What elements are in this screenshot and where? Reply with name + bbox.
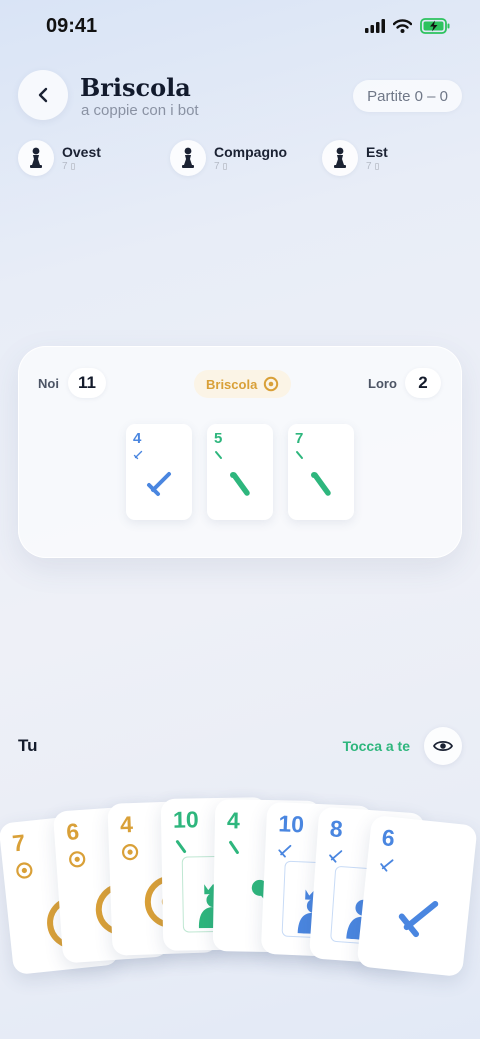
sword-icon	[380, 859, 394, 872]
card-count-value: 7	[214, 161, 220, 172]
card-rank: 4	[119, 811, 134, 838]
you-label: Tu	[18, 736, 38, 755]
header: Briscola a coppie con i bot Partite 0 – …	[18, 70, 462, 122]
page-subtitle: a coppie con i bot	[81, 102, 199, 119]
club-icon	[229, 840, 239, 854]
card-icon	[374, 163, 379, 170]
club-icon	[296, 451, 303, 459]
page-title: Briscola	[80, 73, 191, 102]
their-team-score: 2	[405, 368, 441, 398]
coin-icon	[16, 862, 33, 879]
table-panel: Noi 11 Briscola Loro 2 4 5 7	[18, 346, 462, 558]
match-score-pill: Partite 0 – 0	[353, 80, 462, 112]
card-rank: 7	[295, 430, 304, 447]
player-avatar	[170, 140, 206, 176]
card-rank: 10	[277, 810, 305, 838]
card-count-value: 7	[366, 161, 372, 172]
player-name: Compagno	[214, 144, 288, 160]
card-rank: 4	[226, 807, 240, 834]
played-card: 7	[288, 424, 354, 520]
pawn-icon	[182, 147, 194, 168]
played-card: 5	[207, 424, 273, 520]
trump-label: Briscola	[206, 376, 258, 392]
card-rank: 4	[133, 430, 142, 447]
card-rank: 10	[172, 806, 199, 833]
pawn-icon	[30, 147, 42, 168]
played-card: 4	[126, 424, 192, 520]
pawn-icon	[334, 147, 346, 168]
player-name: Ovest	[62, 144, 101, 160]
status-bar: 09:41	[0, 0, 480, 54]
our-team-score: 11	[68, 368, 106, 398]
club-icon	[230, 472, 250, 496]
coin-icon	[69, 851, 86, 868]
card-rank: 7	[11, 829, 27, 857]
card-count-value: 7	[62, 161, 68, 172]
player-card-count: 7	[366, 161, 379, 172]
club-icon	[311, 472, 331, 496]
sword-icon	[398, 900, 439, 938]
their-team-label: Loro	[368, 376, 397, 391]
status-time: 09:41	[46, 15, 98, 37]
card-rank: 6	[65, 818, 80, 845]
club-icon	[175, 840, 187, 854]
trump-suit-badge: Briscola	[194, 370, 292, 398]
player-hand: 7 6 4 10 4 10 8 6	[0, 790, 480, 990]
card-rank: 8	[329, 815, 344, 843]
sword-icon	[147, 472, 171, 496]
wifi-icon	[393, 19, 412, 33]
card-icon	[222, 163, 227, 170]
player-avatar	[322, 140, 358, 176]
back-arrow-icon	[38, 87, 48, 103]
player-name: Est	[366, 144, 388, 160]
sword-icon	[133, 450, 143, 460]
signal-icon	[365, 19, 385, 33]
player-avatar	[18, 140, 54, 176]
status-icons	[365, 18, 450, 34]
club-icon	[215, 451, 222, 459]
eye-icon	[433, 740, 453, 752]
battery-icon	[420, 18, 450, 34]
card-rank: 5	[214, 430, 223, 447]
sword-icon	[278, 844, 292, 858]
player-card-count: 7	[62, 161, 75, 172]
sword-icon	[329, 850, 343, 863]
hand-card[interactable]: 6	[356, 814, 478, 978]
reveal-button[interactable]	[424, 727, 462, 765]
back-button[interactable]	[18, 70, 68, 120]
coin-icon	[264, 376, 279, 392]
player-card-count: 7	[214, 161, 227, 172]
card-rank: 6	[380, 824, 397, 852]
coin-icon	[121, 844, 139, 861]
turn-indicator: Tocca a te	[342, 738, 410, 754]
our-team-label: Noi	[38, 376, 59, 391]
opponents-row: Ovest 7 Compagno 7 Est 7	[18, 140, 462, 178]
card-icon	[70, 163, 75, 170]
